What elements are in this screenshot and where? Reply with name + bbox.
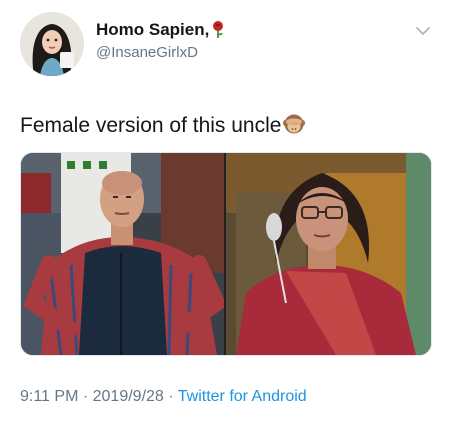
rose-icon [211, 20, 225, 43]
separator-dot: · [78, 388, 93, 405]
tweet-timestamp: 9:11 PM · 2019/9/28 · Twitter for Androi… [20, 388, 307, 406]
man-in-vest-photo[interactable] [21, 153, 224, 355]
tweet-time[interactable]: 9:11 PM [20, 388, 78, 405]
see-no-evil-monkey-icon [282, 112, 306, 142]
tweet-card: Homo Sapien, @InsaneGirlxD Female versio… [0, 0, 450, 423]
tweet-text-body: Female version of this uncle [20, 114, 282, 137]
user-handle[interactable]: @InsaneGirlxD [96, 44, 198, 61]
tweet-text: Female version of this uncle [20, 112, 306, 142]
woman-in-saree-photo[interactable] [226, 153, 431, 355]
separator-dot-2: · [163, 388, 178, 405]
tweet-date[interactable]: 2019/9/28 [93, 388, 164, 405]
source-link[interactable]: Twitter for Android [178, 388, 307, 405]
avatar-image [20, 12, 84, 76]
chevron-down-icon[interactable] [414, 22, 432, 40]
display-name-text: Homo Sapien, [96, 20, 210, 39]
tweet-media[interactable] [20, 152, 432, 356]
display-name[interactable]: Homo Sapien, [96, 20, 225, 43]
woman-photo-image [226, 153, 431, 355]
man-photo-image [21, 153, 224, 355]
avatar[interactable] [20, 12, 84, 76]
